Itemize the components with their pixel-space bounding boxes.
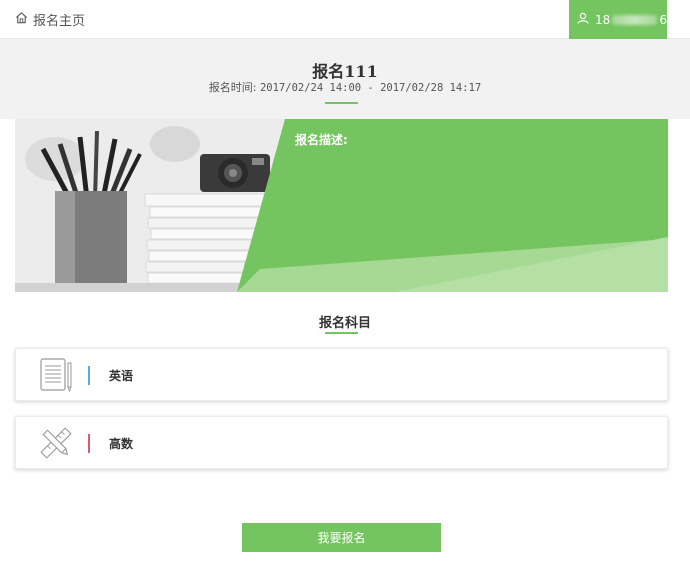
event-banner: 报名描述: — [15, 119, 668, 292]
subject-name: 高数 — [109, 437, 134, 451]
subjects-section-title: 报名科目 — [318, 316, 371, 331]
user-phone-prefix: 18 — [595, 12, 611, 27]
subject-card-english[interactable]: 英语 — [15, 348, 668, 401]
ruler-pencil-icon — [38, 425, 74, 461]
home-icon — [15, 11, 33, 28]
masked-digits — [612, 14, 658, 25]
subject-name: 英语 — [109, 369, 134, 383]
event-time: 报名时间: 2017/02/24 14:00 - 2017/02/28 14:1… — [0, 79, 690, 95]
event-time-range: 2017/02/24 14:00 - 2017/02/28 14:17 — [259, 82, 482, 94]
section-underline — [325, 332, 358, 334]
title-underline — [325, 102, 358, 104]
subject-accent-bar — [88, 366, 90, 385]
user-account-button[interactable]: 18 6 — [569, 0, 667, 39]
subject-accent-bar — [88, 434, 90, 453]
event-header: 报名111 报名时间: 2017/02/24 14:00 - 2017/02/2… — [0, 39, 690, 119]
banner-description-label: 报名描述: — [295, 133, 348, 147]
register-button[interactable]: 我要报名 — [242, 523, 441, 552]
home-link[interactable]: 报名主页 — [15, 10, 85, 29]
notebook-icon — [38, 357, 74, 393]
user-phone-suffix: 6 — [659, 12, 667, 27]
subject-card-math[interactable]: 高数 — [15, 416, 668, 469]
user-icon — [577, 12, 595, 27]
event-time-label: 报名时间: — [208, 81, 257, 94]
top-bar: 报名主页 18 6 — [0, 0, 690, 39]
home-label: 报名主页 — [33, 14, 86, 29]
